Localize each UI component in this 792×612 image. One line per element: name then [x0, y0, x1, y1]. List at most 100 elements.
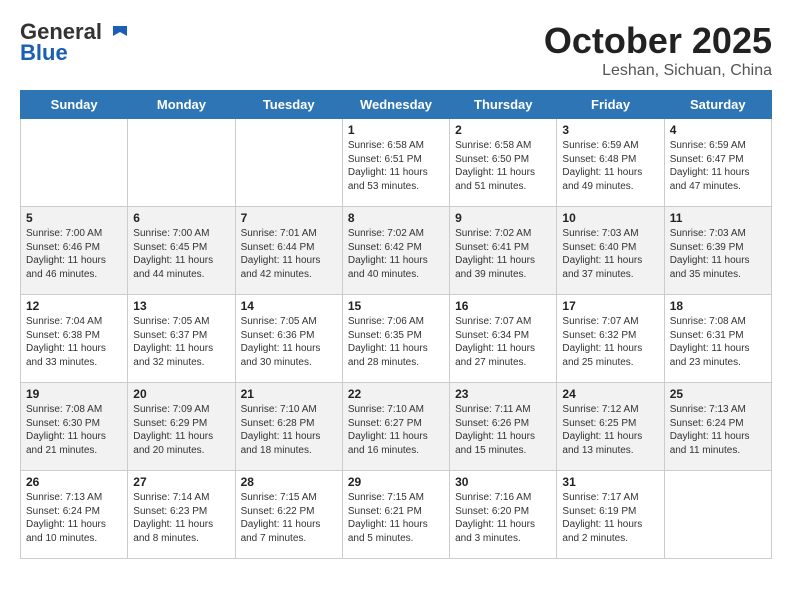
day-info: Sunrise: 7:15 AM Sunset: 6:21 PM Dayligh…: [348, 491, 444, 545]
calendar-week-row: 1Sunrise: 6:58 AM Sunset: 6:51 PM Daylig…: [21, 119, 772, 207]
calendar-cell: 9 Sunrise: 7:02 AM Sunset: 6:41 PM Daylig…: [450, 207, 557, 295]
day-info: Sunrise: 7:13 AM Sunset: 6:24 PM Dayligh…: [26, 491, 122, 545]
calendar-cell: 12 Sunrise: 7:04 AM Sunset: 6:38 PM Dayli…: [21, 295, 128, 383]
calendar-cell: 26 Sunrise: 7:13 AM Sunset: 6:24 PM Dayli…: [21, 471, 128, 559]
day-number: 6: [133, 211, 229, 225]
day-info: Sunrise: 7:11 AM Sunset: 6:26 PM Dayligh…: [455, 403, 551, 457]
calendar-cell: 2 Sunrise: 6:58 AM Sunset: 6:50 PM Daylig…: [450, 119, 557, 207]
day-number: 23: [455, 387, 551, 401]
calendar-cell: 23 Sunrise: 7:11 AM Sunset: 6:26 PM Dayli…: [450, 383, 557, 471]
day-number: 21: [241, 387, 337, 401]
page-header: General Blue October 2025 Leshan, Sichua…: [20, 20, 772, 80]
logo: General Blue: [20, 20, 132, 66]
day-number: 7: [241, 211, 337, 225]
day-info: Sunrise: 6:58 AM Sunset: 6:50 PM Dayligh…: [455, 139, 551, 193]
day-number: 29: [348, 475, 444, 489]
calendar-cell: 11 Sunrise: 7:03 AM Sunset: 6:39 PM Dayli…: [664, 207, 771, 295]
day-number: 2: [455, 123, 551, 137]
calendar-cell: 22 Sunrise: 7:10 AM Sunset: 6:27 PM Dayli…: [342, 383, 449, 471]
day-info: Sunrise: 7:12 AM Sunset: 6:25 PM Dayligh…: [562, 403, 658, 457]
logo-blue-flag: [102, 19, 132, 44]
weekday-header: Saturday: [664, 91, 771, 119]
day-info: Sunrise: 7:17 AM Sunset: 6:19 PM Dayligh…: [562, 491, 658, 545]
weekday-header-row: SundayMondayTuesdayWednesdayThursdayFrid…: [21, 91, 772, 119]
day-info: Sunrise: 7:03 AM Sunset: 6:40 PM Dayligh…: [562, 227, 658, 281]
calendar-week-row: 5 Sunrise: 7:00 AM Sunset: 6:46 PM Daylig…: [21, 207, 772, 295]
title-block: October 2025 Leshan, Sichuan, China: [544, 20, 772, 80]
calendar-week-row: 19Sunrise: 7:08 AM Sunset: 6:30 PM Dayli…: [21, 383, 772, 471]
weekday-header: Friday: [557, 91, 664, 119]
calendar-cell: 6 Sunrise: 7:00 AM Sunset: 6:45 PM Daylig…: [128, 207, 235, 295]
day-info: Sunrise: 6:59 AM Sunset: 6:48 PM Dayligh…: [562, 139, 658, 193]
calendar-cell: [21, 119, 128, 207]
day-info: Sunrise: 6:58 AM Sunset: 6:51 PM Dayligh…: [348, 139, 444, 193]
day-info: Sunrise: 7:07 AM Sunset: 6:32 PM Dayligh…: [562, 315, 658, 369]
calendar-cell: 31 Sunrise: 7:17 AM Sunset: 6:19 PM Dayli…: [557, 471, 664, 559]
location-title: Leshan, Sichuan, China: [544, 62, 772, 80]
calendar-week-row: 26 Sunrise: 7:13 AM Sunset: 6:24 PM Dayli…: [21, 471, 772, 559]
calendar-cell: 18Sunrise: 7:08 AM Sunset: 6:31 PM Dayli…: [664, 295, 771, 383]
calendar-cell: [128, 119, 235, 207]
calendar-cell: 21 Sunrise: 7:10 AM Sunset: 6:28 PM Dayli…: [235, 383, 342, 471]
day-number: 16: [455, 299, 551, 313]
day-number: 15: [348, 299, 444, 313]
calendar-cell: 29 Sunrise: 7:15 AM Sunset: 6:21 PM Dayli…: [342, 471, 449, 559]
day-info: Sunrise: 7:08 AM Sunset: 6:31 PM Dayligh…: [670, 315, 766, 369]
calendar-cell: 3 Sunrise: 6:59 AM Sunset: 6:48 PM Daylig…: [557, 119, 664, 207]
calendar-cell: [664, 471, 771, 559]
calendar-cell: 10Sunrise: 7:03 AM Sunset: 6:40 PM Dayli…: [557, 207, 664, 295]
calendar-cell: [235, 119, 342, 207]
day-info: Sunrise: 7:16 AM Sunset: 6:20 PM Dayligh…: [455, 491, 551, 545]
day-number: 4: [670, 123, 766, 137]
calendar-cell: 1Sunrise: 6:58 AM Sunset: 6:51 PM Daylig…: [342, 119, 449, 207]
day-number: 9: [455, 211, 551, 225]
calendar-cell: 7Sunrise: 7:01 AM Sunset: 6:44 PM Daylig…: [235, 207, 342, 295]
day-number: 12: [26, 299, 122, 313]
weekday-header: Tuesday: [235, 91, 342, 119]
day-number: 24: [562, 387, 658, 401]
day-info: Sunrise: 7:06 AM Sunset: 6:35 PM Dayligh…: [348, 315, 444, 369]
day-info: Sunrise: 7:05 AM Sunset: 6:37 PM Dayligh…: [133, 315, 229, 369]
day-info: Sunrise: 6:59 AM Sunset: 6:47 PM Dayligh…: [670, 139, 766, 193]
calendar-cell: 20 Sunrise: 7:09 AM Sunset: 6:29 PM Dayli…: [128, 383, 235, 471]
weekday-header: Sunday: [21, 91, 128, 119]
weekday-header: Monday: [128, 91, 235, 119]
day-info: Sunrise: 7:03 AM Sunset: 6:39 PM Dayligh…: [670, 227, 766, 281]
weekday-header: Wednesday: [342, 91, 449, 119]
day-info: Sunrise: 7:05 AM Sunset: 6:36 PM Dayligh…: [241, 315, 337, 369]
day-number: 3: [562, 123, 658, 137]
day-info: Sunrise: 7:00 AM Sunset: 6:46 PM Dayligh…: [26, 227, 122, 281]
day-number: 22: [348, 387, 444, 401]
day-info: Sunrise: 7:02 AM Sunset: 6:41 PM Dayligh…: [455, 227, 551, 281]
calendar-cell: 15 Sunrise: 7:06 AM Sunset: 6:35 PM Dayli…: [342, 295, 449, 383]
day-info: Sunrise: 7:14 AM Sunset: 6:23 PM Dayligh…: [133, 491, 229, 545]
day-number: 17: [562, 299, 658, 313]
month-title: October 2025: [544, 20, 772, 62]
calendar-cell: 28Sunrise: 7:15 AM Sunset: 6:22 PM Dayli…: [235, 471, 342, 559]
day-number: 25: [670, 387, 766, 401]
day-info: Sunrise: 7:10 AM Sunset: 6:28 PM Dayligh…: [241, 403, 337, 457]
day-number: 27: [133, 475, 229, 489]
day-info: Sunrise: 7:08 AM Sunset: 6:30 PM Dayligh…: [26, 403, 122, 457]
day-info: Sunrise: 7:04 AM Sunset: 6:38 PM Dayligh…: [26, 315, 122, 369]
calendar-cell: 17 Sunrise: 7:07 AM Sunset: 6:32 PM Dayli…: [557, 295, 664, 383]
day-number: 11: [670, 211, 766, 225]
day-number: 26: [26, 475, 122, 489]
day-number: 20: [133, 387, 229, 401]
day-number: 13: [133, 299, 229, 313]
day-number: 28: [241, 475, 337, 489]
calendar-table: SundayMondayTuesdayWednesdayThursdayFrid…: [20, 90, 772, 559]
calendar-cell: 5 Sunrise: 7:00 AM Sunset: 6:46 PM Daylig…: [21, 207, 128, 295]
day-number: 14: [241, 299, 337, 313]
calendar-cell: 24 Sunrise: 7:12 AM Sunset: 6:25 PM Dayli…: [557, 383, 664, 471]
calendar-cell: 25Sunrise: 7:13 AM Sunset: 6:24 PM Dayli…: [664, 383, 771, 471]
day-info: Sunrise: 7:00 AM Sunset: 6:45 PM Dayligh…: [133, 227, 229, 281]
day-info: Sunrise: 7:10 AM Sunset: 6:27 PM Dayligh…: [348, 403, 444, 457]
calendar-cell: 8Sunrise: 7:02 AM Sunset: 6:42 PM Daylig…: [342, 207, 449, 295]
day-number: 31: [562, 475, 658, 489]
day-number: 30: [455, 475, 551, 489]
day-info: Sunrise: 7:09 AM Sunset: 6:29 PM Dayligh…: [133, 403, 229, 457]
calendar-cell: 30 Sunrise: 7:16 AM Sunset: 6:20 PM Dayli…: [450, 471, 557, 559]
calendar-cell: 13 Sunrise: 7:05 AM Sunset: 6:37 PM Dayli…: [128, 295, 235, 383]
day-number: 5: [26, 211, 122, 225]
